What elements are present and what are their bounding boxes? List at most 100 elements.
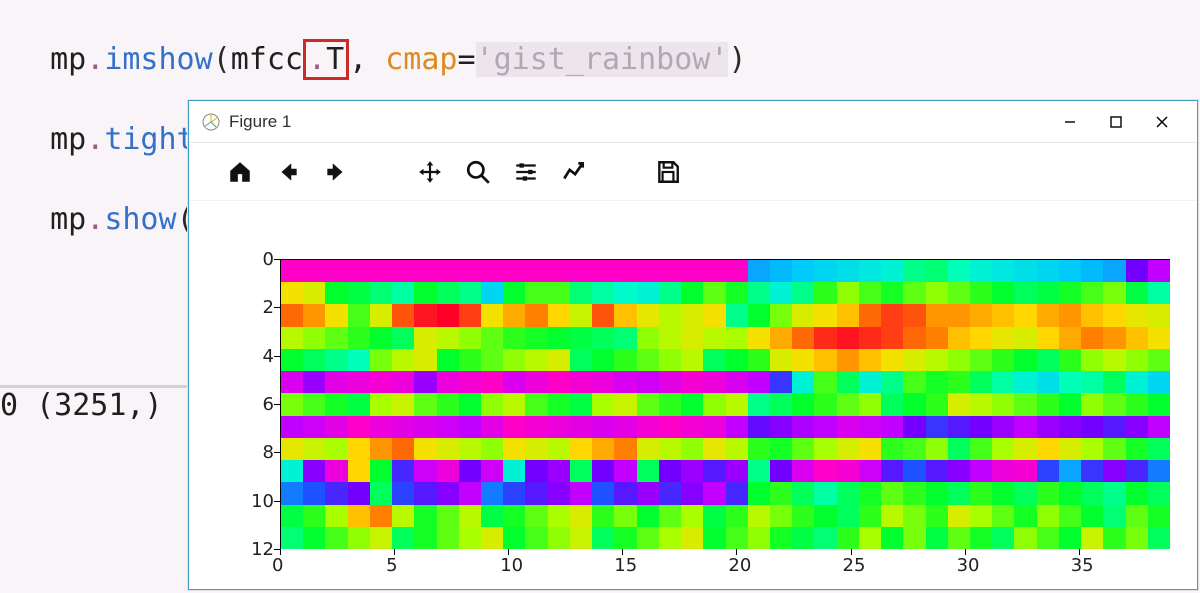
heatmap-cell	[970, 460, 992, 482]
heatmap-cell	[659, 438, 681, 460]
heatmap-cell	[370, 527, 392, 549]
forward-icon[interactable]	[321, 157, 351, 187]
heatmap-cell	[392, 371, 414, 393]
heatmap-cell	[926, 438, 948, 460]
heatmap-cell	[503, 416, 525, 438]
heatmap-cell	[303, 482, 325, 504]
y-tick-label: 4	[250, 346, 274, 367]
heatmap-cell	[992, 304, 1014, 326]
heatmap-cell	[614, 505, 636, 527]
heatmap-cell	[325, 327, 347, 349]
heatmap-cell	[1014, 349, 1036, 371]
zoom-icon[interactable]	[463, 157, 493, 187]
heatmap-plot[interactable]	[280, 259, 1170, 549]
heatmap-cell	[281, 260, 303, 282]
heatmap-cell	[1081, 282, 1103, 304]
heatmap-cell	[703, 349, 725, 371]
heatmap-cell	[881, 327, 903, 349]
heatmap-cell	[414, 482, 436, 504]
maximize-button[interactable]	[1093, 102, 1139, 142]
heatmap-cell	[1126, 482, 1148, 504]
heatmap-cell	[748, 416, 770, 438]
heatmap-cell	[414, 371, 436, 393]
heatmap-cell	[348, 416, 370, 438]
heatmap-cell	[992, 505, 1014, 527]
back-icon[interactable]	[273, 157, 303, 187]
close-button[interactable]	[1139, 102, 1185, 142]
heatmap-cell	[681, 416, 703, 438]
heatmap-cell	[903, 304, 925, 326]
heatmap-cell	[459, 349, 481, 371]
home-icon[interactable]	[225, 157, 255, 187]
heatmap-cell	[1148, 349, 1170, 371]
configure-icon[interactable]	[511, 157, 541, 187]
heatmap-cell	[814, 371, 836, 393]
heatmap-cell	[303, 438, 325, 460]
save-icon[interactable]	[653, 157, 683, 187]
heatmap-cell	[437, 460, 459, 482]
heatmap-cell	[637, 527, 659, 549]
heatmap-cell	[525, 260, 547, 282]
heatmap-cell	[1014, 260, 1036, 282]
heatmap-cell	[370, 282, 392, 304]
heatmap-cell	[503, 349, 525, 371]
heatmap-cell	[770, 393, 792, 415]
pan-icon[interactable]	[415, 157, 445, 187]
heatmap-cell	[881, 393, 903, 415]
heatmap-cell	[1014, 304, 1036, 326]
heatmap-cell	[437, 282, 459, 304]
heatmap-cell	[592, 349, 614, 371]
heatmap-cell	[281, 482, 303, 504]
heatmap-cell	[792, 416, 814, 438]
heatmap-cell	[370, 482, 392, 504]
subplots-icon[interactable]	[559, 157, 589, 187]
heatmap-cell	[1014, 327, 1036, 349]
heatmap-cell	[325, 349, 347, 371]
heatmap-cell	[370, 460, 392, 482]
heatmap-cell	[1103, 260, 1125, 282]
heatmap-cell	[637, 349, 659, 371]
heatmap-cell	[659, 393, 681, 415]
heatmap-cell	[503, 260, 525, 282]
heatmap-cell	[681, 505, 703, 527]
minimize-button[interactable]	[1047, 102, 1093, 142]
heatmap-cell	[1081, 327, 1103, 349]
heatmap-cell	[1037, 482, 1059, 504]
heatmap-cell	[370, 505, 392, 527]
heatmap-cell	[903, 349, 925, 371]
heatmap-cell	[303, 416, 325, 438]
heatmap-cell	[770, 304, 792, 326]
heatmap-cell	[614, 260, 636, 282]
heatmap-cell	[837, 438, 859, 460]
token-arg-mfcc: mfcc	[231, 42, 303, 77]
heatmap-cell	[1014, 371, 1036, 393]
heatmap-cell	[525, 438, 547, 460]
heatmap-cell	[970, 505, 992, 527]
heatmap-cell	[814, 460, 836, 482]
heatmap-cell	[548, 393, 570, 415]
matplotlib-icon	[201, 112, 221, 132]
heatmap-cell	[770, 371, 792, 393]
heatmap-cell	[881, 505, 903, 527]
heatmap-cell	[570, 460, 592, 482]
heatmap-cell	[681, 527, 703, 549]
heatmap-cell	[659, 505, 681, 527]
heatmap-cell	[1148, 371, 1170, 393]
heatmap-cell	[1103, 349, 1125, 371]
heatmap-cell	[614, 393, 636, 415]
heatmap-cell	[459, 304, 481, 326]
heatmap-cell	[992, 349, 1014, 371]
heatmap-cell	[437, 505, 459, 527]
heatmap-cell	[437, 416, 459, 438]
heatmap-cell	[525, 527, 547, 549]
heatmap-cell	[392, 393, 414, 415]
token-comma: ,	[349, 42, 385, 77]
heatmap-cell	[348, 482, 370, 504]
heatmap-cell	[1081, 460, 1103, 482]
heatmap-cell	[1059, 505, 1081, 527]
heatmap-cell	[548, 304, 570, 326]
heatmap-cell	[637, 460, 659, 482]
heatmap-cell	[325, 505, 347, 527]
heatmap-cell	[770, 460, 792, 482]
figure-titlebar[interactable]: Figure 1	[189, 101, 1197, 143]
